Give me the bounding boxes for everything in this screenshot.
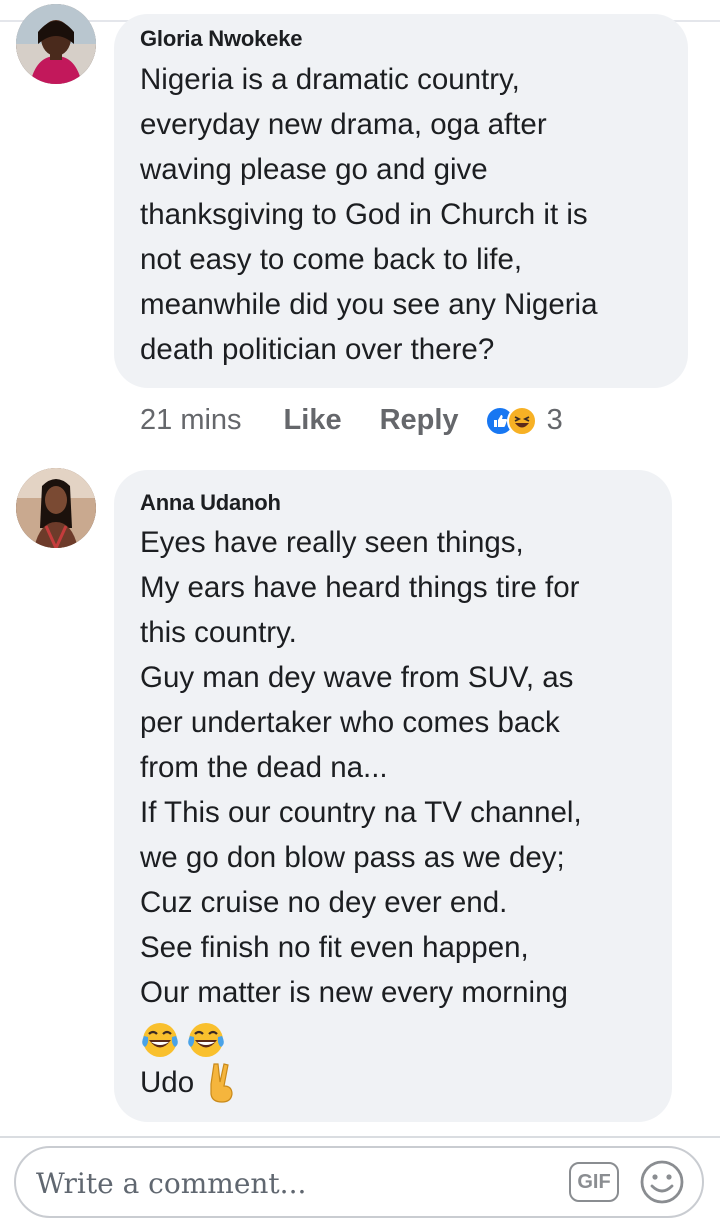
- comment-composer[interactable]: GIF: [14, 1146, 704, 1218]
- avatar-image: [16, 4, 96, 84]
- haha-icon: [506, 405, 537, 436]
- like-button[interactable]: Like: [284, 404, 342, 437]
- comment-text: Nigeria is a dramatic country, everyday …: [140, 63, 598, 366]
- composer-divider: [0, 1136, 720, 1138]
- avatar[interactable]: [16, 4, 96, 84]
- tears-of-joy-emoji: [142, 1023, 178, 1057]
- smiley-icon[interactable]: [638, 1158, 686, 1206]
- reply-button[interactable]: Reply: [380, 404, 459, 437]
- avatar-image: [16, 468, 96, 548]
- tears-of-joy-emoji: [188, 1023, 224, 1057]
- signature-text: Udo: [140, 1066, 195, 1099]
- reactions-summary[interactable]: 3: [484, 404, 563, 437]
- victory-hand-emoji: [210, 1063, 233, 1103]
- comment-timestamp[interactable]: 21 mins: [140, 404, 242, 437]
- gif-button[interactable]: GIF: [569, 1162, 619, 1202]
- comment-author[interactable]: Gloria Nwokeke: [140, 26, 302, 52]
- comment-input[interactable]: [36, 1166, 536, 1200]
- emoji-row: [140, 1020, 226, 1060]
- comment-meta: 21 mins Like Reply 3: [140, 404, 563, 437]
- comment-author[interactable]: Anna Udanoh: [140, 490, 281, 516]
- avatar[interactable]: [16, 468, 96, 548]
- comment-signature: Udo: [140, 1062, 238, 1104]
- reaction-count: 3: [546, 404, 563, 436]
- comment-text: Eyes have really seen things, My ears ha…: [140, 526, 582, 1009]
